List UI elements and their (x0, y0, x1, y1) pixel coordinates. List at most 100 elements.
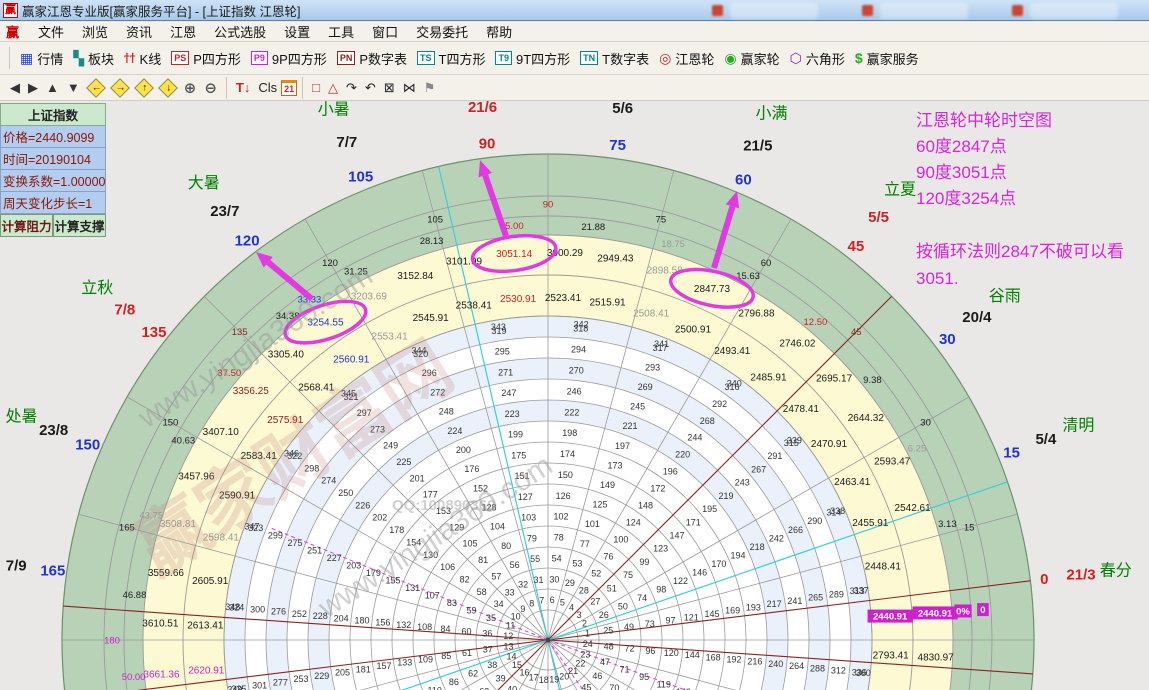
svg-text:343: 343 (491, 322, 506, 332)
p-table-button[interactable]: PNP数字表 (334, 47, 410, 70)
shrink-button[interactable]: ↓ (158, 78, 178, 98)
svg-text:2500.91: 2500.91 (675, 325, 712, 336)
svg-text:74: 74 (637, 593, 647, 603)
square-tool-button[interactable]: □ (312, 80, 320, 95)
rotate-cw-button[interactable]: ↷ (346, 80, 357, 96)
p-square-button[interactable]: PSP四方形 (168, 47, 244, 70)
svg-text:62: 62 (468, 668, 478, 678)
svg-text:60: 60 (761, 258, 772, 269)
next-button[interactable]: ▶ (28, 80, 38, 96)
9p-square-button[interactable]: P99P四方形 (248, 47, 330, 70)
svg-text:2613.41: 2613.41 (187, 621, 224, 632)
svg-text:18.75: 18.75 (661, 239, 685, 250)
svg-text:23/7: 23/7 (210, 203, 239, 220)
rotate-ccw-button[interactable]: ↶ (365, 80, 376, 96)
svg-text:32: 32 (518, 579, 528, 589)
flag-tool-button[interactable]: ⚑ (424, 80, 436, 96)
svg-text:129: 129 (449, 522, 464, 532)
svg-text:21/6: 21/6 (468, 101, 497, 116)
menu-gann[interactable]: 江恩 (161, 22, 205, 41)
winner-wheel-button[interactable]: ◉赢家轮 (721, 47, 782, 70)
zoom-in-button[interactable]: ⊕ (184, 79, 197, 97)
svg-text:269: 269 (638, 382, 653, 392)
svg-text:3559.66: 3559.66 (148, 568, 185, 579)
up-step-button[interactable]: ▲ (46, 80, 59, 95)
svg-text:2605.91: 2605.91 (192, 576, 229, 587)
svg-text:3356.25: 3356.25 (233, 386, 270, 397)
svg-text:120: 120 (235, 233, 260, 250)
menu-window[interactable]: 窗口 (363, 22, 407, 41)
sectors-button[interactable]: ▚板块 (70, 47, 117, 70)
quote-grid-icon: ▦ (20, 50, 33, 67)
svg-text:346: 346 (284, 449, 299, 459)
svg-text:266: 266 (788, 525, 803, 535)
t-table-button[interactable]: TNT数字表 (577, 47, 652, 70)
rotate-left-button[interactable]: ← (86, 78, 106, 98)
svg-text:35: 35 (486, 613, 496, 623)
menu-tools[interactable]: 工具 (319, 22, 363, 41)
svg-text:7/9: 7/9 (6, 557, 27, 574)
t-down-button[interactable]: T↓ (236, 80, 250, 95)
menu-news[interactable]: 资讯 (117, 22, 161, 41)
title-bar[interactable]: 赢 赢家江恩专业版[赢家服务平台] - [上证指数 江恩轮] (0, 0, 1149, 21)
menu-formula-stockpick[interactable]: 公式选股 (205, 22, 275, 41)
svg-text:23: 23 (580, 649, 590, 659)
svg-text:2493.41: 2493.41 (714, 346, 751, 357)
calc-support-button[interactable]: 计算支撑 (53, 214, 106, 237)
gann-wheel-button[interactable]: ◎江恩轮 (656, 47, 717, 70)
svg-text:339: 339 (787, 436, 802, 446)
rotate-right-button[interactable]: → (110, 78, 130, 98)
calendar-button[interactable]: 21 (281, 80, 297, 96)
toolbar-separator (226, 77, 227, 99)
background-tab-favicon (712, 5, 723, 16)
svg-text:7/8: 7/8 (114, 301, 135, 318)
svg-text:225: 225 (396, 457, 411, 467)
annotation-60deg: 60度2847点 (916, 134, 1144, 160)
svg-text:127: 127 (518, 492, 533, 502)
triangle-tool-button[interactable]: △ (328, 80, 338, 96)
quotes-button[interactable]: ▦行情 (17, 47, 66, 70)
menu-browse[interactable]: 浏览 (73, 22, 117, 41)
calc-resistance-button[interactable]: 计算阻力 (0, 214, 53, 237)
kline-button[interactable]: ϯϯK线 (121, 47, 164, 70)
svg-text:0%: 0% (956, 606, 970, 617)
svg-text:小暑: 小暑 (318, 101, 350, 119)
t-square-button[interactable]: TST四方形 (414, 47, 488, 70)
svg-text:345: 345 (341, 389, 356, 399)
frame-tool-button[interactable]: ⊠ (384, 80, 395, 96)
svg-text:169: 169 (725, 606, 740, 616)
prev-button[interactable]: ◀ (10, 80, 20, 96)
svg-text:大暑: 大暑 (188, 174, 220, 192)
svg-text:6: 6 (550, 595, 555, 605)
cls-button[interactable]: Cls (258, 80, 277, 95)
expand-button[interactable]: ↑ (134, 78, 154, 98)
menu-help[interactable]: 帮助 (477, 22, 521, 41)
svg-text:31.25: 31.25 (344, 267, 368, 278)
converge-tool-button[interactable]: ⋈ (403, 80, 416, 96)
svg-text:2523.41: 2523.41 (545, 293, 582, 304)
svg-text:79: 79 (527, 533, 537, 543)
menu-bar: 赢 文件 浏览 资讯 江恩 公式选股 设置 工具 窗口 交易委托 帮助 (0, 22, 1149, 42)
menu-settings[interactable]: 设置 (275, 22, 319, 41)
svg-text:60: 60 (461, 626, 471, 636)
svg-text:50: 50 (618, 602, 628, 612)
menu-trade[interactable]: 交易委托 (407, 22, 477, 41)
down-step-button[interactable]: ▼ (67, 80, 80, 95)
toolbar-separator (9, 47, 10, 69)
menu-file[interactable]: 文件 (29, 22, 73, 41)
svg-text:125: 125 (592, 500, 607, 510)
svg-text:119: 119 (657, 679, 671, 689)
svg-text:立秋: 立秋 (81, 279, 113, 297)
symbol-title: 上证指数 (0, 103, 106, 126)
svg-text:290: 290 (807, 516, 822, 526)
svg-text:217: 217 (767, 599, 782, 609)
hexagon-button[interactable]: ⬡六角形 (787, 47, 848, 70)
svg-text:298: 298 (304, 463, 319, 473)
svg-text:立夏: 立夏 (884, 180, 916, 198)
svg-text:清明: 清明 (1062, 417, 1094, 435)
service-button[interactable]: $赢家服务 (852, 47, 922, 70)
zoom-out-button[interactable]: ⊖ (204, 79, 217, 97)
9t-square-button[interactable]: T99T四方形 (492, 47, 573, 70)
svg-text:3661.36: 3661.36 (143, 669, 180, 680)
price-row: 价格=2440.9099 (0, 126, 106, 148)
